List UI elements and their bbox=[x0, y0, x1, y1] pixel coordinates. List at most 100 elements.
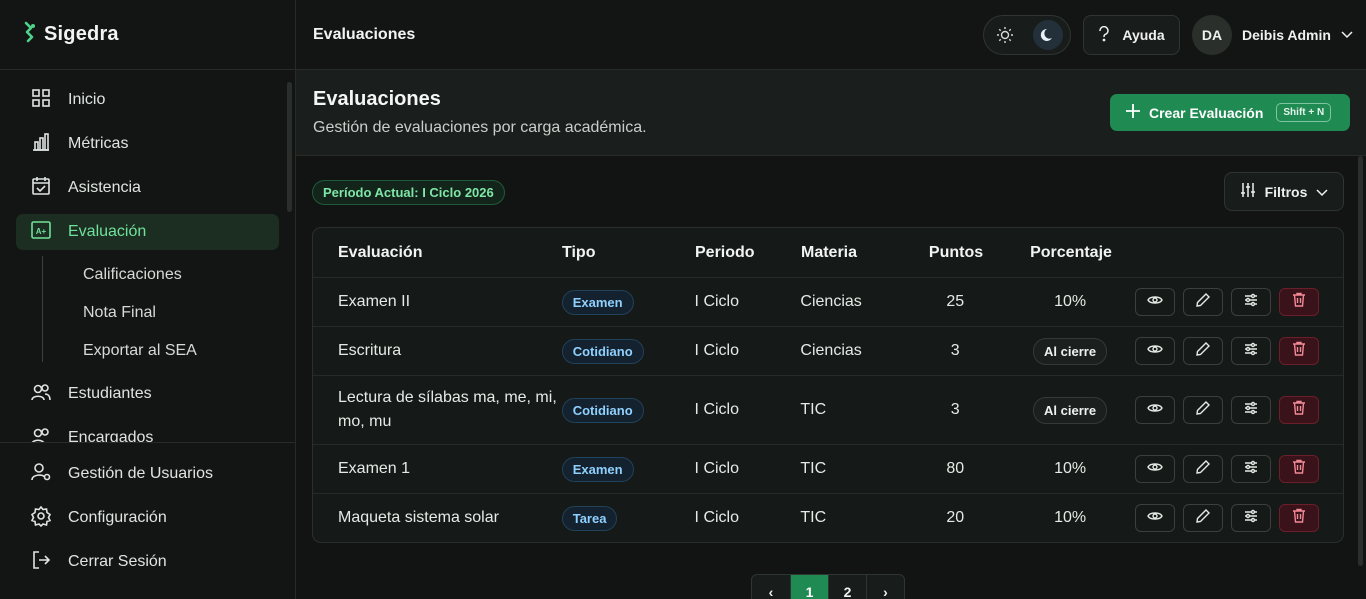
sidebar-bottom: Gestión de Usuarios Configuración Cerrar… bbox=[0, 442, 295, 588]
edit-button[interactable] bbox=[1183, 337, 1223, 365]
table-header-row: Evaluación Tipo Periodo Materia Puntos P… bbox=[313, 228, 1343, 277]
sliders-icon bbox=[1244, 401, 1258, 420]
brand[interactable]: Sigedra bbox=[0, 0, 295, 70]
eye-icon bbox=[1147, 293, 1163, 311]
pagination-page-1[interactable]: 1 bbox=[790, 575, 828, 599]
delete-button[interactable] bbox=[1279, 504, 1319, 532]
sidebar-subitem-exportar-sea[interactable]: Exportar al SEA bbox=[83, 332, 279, 370]
user-menu[interactable]: DA Deibis Admin bbox=[1192, 14, 1353, 56]
configure-button[interactable] bbox=[1231, 455, 1271, 483]
users-icon bbox=[30, 381, 52, 408]
period-cell: I Ciclo bbox=[694, 460, 739, 477]
top-header: Evaluaciones Ayuda DA Deibis Admin bbox=[296, 0, 1366, 70]
sidebar-item-evaluacion[interactable]: A+ Evaluación bbox=[16, 214, 279, 250]
evaluation-name: Examen 1 bbox=[338, 460, 411, 477]
help-button[interactable]: Ayuda bbox=[1083, 15, 1180, 55]
row-actions bbox=[1135, 288, 1343, 316]
configure-button[interactable] bbox=[1231, 337, 1271, 365]
question-icon bbox=[1098, 25, 1110, 45]
column-header[interactable]: Puntos bbox=[906, 244, 1006, 262]
period-cell: I Ciclo bbox=[694, 401, 739, 418]
avatar: DA bbox=[1192, 15, 1232, 55]
view-button[interactable] bbox=[1135, 504, 1175, 532]
points-cell: 3 bbox=[950, 401, 960, 418]
percentage-value: 10% bbox=[1054, 293, 1087, 310]
moon-icon[interactable] bbox=[1033, 20, 1063, 50]
sidebar-item-configuracion[interactable]: Configuración bbox=[16, 500, 279, 536]
view-button[interactable] bbox=[1135, 288, 1175, 316]
sigedra-logo-icon bbox=[22, 21, 38, 48]
row-actions bbox=[1135, 337, 1343, 365]
sun-icon[interactable] bbox=[990, 20, 1020, 50]
period-cell: I Ciclo bbox=[694, 293, 739, 310]
configure-button[interactable] bbox=[1231, 504, 1271, 532]
period-cell: I Ciclo bbox=[694, 509, 739, 526]
page-header: Evaluaciones Gestión de evaluaciones por… bbox=[296, 70, 1366, 156]
evaluation-name: Maqueta sistema solar bbox=[338, 509, 499, 526]
brand-name: Sigedra bbox=[44, 23, 119, 45]
sidebar-item-gestion-usuarios[interactable]: Gestión de Usuarios bbox=[16, 456, 279, 492]
view-button[interactable] bbox=[1135, 337, 1175, 365]
edit-button[interactable] bbox=[1183, 396, 1223, 424]
column-header[interactable]: Materia bbox=[801, 244, 906, 262]
evaluation-name: Escritura bbox=[338, 342, 402, 359]
grade-icon: A+ bbox=[30, 219, 52, 246]
view-button[interactable] bbox=[1135, 396, 1175, 424]
eye-icon bbox=[1147, 460, 1163, 478]
type-cell: Examen bbox=[561, 289, 695, 315]
sidebar-subitem-calificaciones[interactable]: Calificaciones bbox=[83, 256, 279, 294]
main-scrollbar[interactable] bbox=[1358, 156, 1363, 566]
type-cell: Cotidiano bbox=[561, 338, 695, 364]
theme-toggle[interactable] bbox=[983, 15, 1071, 55]
pagination-page-2[interactable]: 2 bbox=[828, 575, 866, 599]
configure-button[interactable] bbox=[1231, 288, 1271, 316]
delete-button[interactable] bbox=[1279, 288, 1319, 316]
sidebar-item-label: Métricas bbox=[68, 135, 129, 152]
sidebar-item-encargados[interactable]: Encargados bbox=[16, 420, 279, 442]
pagination-prev[interactable]: ‹ bbox=[752, 575, 790, 599]
delete-button[interactable] bbox=[1279, 396, 1319, 424]
delete-button[interactable] bbox=[1279, 337, 1319, 365]
sidebar-item-label: Gestión de Usuarios bbox=[68, 465, 213, 482]
table-row: Examen 1 Examen I Ciclo TIC 80 10% bbox=[313, 444, 1343, 493]
delete-button[interactable] bbox=[1279, 455, 1319, 483]
type-badge: Cotidiano bbox=[561, 397, 644, 423]
sidebar-item-label: Cerrar Sesión bbox=[68, 553, 167, 570]
sidebar-scrollbar[interactable] bbox=[287, 82, 292, 212]
type-badge: Examen bbox=[561, 289, 634, 315]
pagination-next[interactable]: › bbox=[866, 575, 904, 599]
points-cell: 25 bbox=[946, 293, 965, 310]
create-evaluation-button[interactable]: Crear Evaluación Shift + N bbox=[1110, 94, 1350, 131]
column-header[interactable]: Tipo bbox=[562, 244, 695, 262]
sidebar-item-asistencia[interactable]: Asistencia bbox=[16, 170, 279, 206]
sidebar-item-estudiantes[interactable]: Estudiantes bbox=[16, 376, 279, 412]
configure-button[interactable] bbox=[1231, 396, 1271, 424]
evaluation-name: Examen II bbox=[338, 293, 411, 310]
edit-button[interactable] bbox=[1183, 288, 1223, 316]
eye-icon bbox=[1147, 342, 1163, 360]
edit-button[interactable] bbox=[1183, 455, 1223, 483]
column-header[interactable]: Evaluación bbox=[313, 241, 562, 265]
filters-button[interactable]: Filtros bbox=[1224, 172, 1344, 211]
view-button[interactable] bbox=[1135, 455, 1175, 483]
sliders-icon bbox=[1244, 293, 1258, 312]
pencil-icon bbox=[1196, 341, 1210, 361]
pencil-icon bbox=[1196, 292, 1210, 312]
row-actions bbox=[1135, 396, 1343, 424]
table-row: Lectura de sílabas ma, me, mi, mo, mu Co… bbox=[313, 375, 1343, 444]
eye-icon bbox=[1147, 509, 1163, 527]
column-header[interactable]: Porcentaje bbox=[1006, 244, 1136, 262]
app-root: Sigedra Inicio Métricas Asistencia A+ Ev… bbox=[0, 0, 1366, 599]
sidebar-item-inicio[interactable]: Inicio bbox=[16, 82, 279, 118]
trash-icon bbox=[1292, 400, 1306, 420]
sidebar-item-cerrar-sesion[interactable]: Cerrar Sesión bbox=[16, 544, 279, 580]
sidebar-item-metricas[interactable]: Métricas bbox=[16, 126, 279, 162]
sidebar-item-label: Estudiantes bbox=[68, 385, 152, 402]
sidebar-subitem-nota-final[interactable]: Nota Final bbox=[83, 294, 279, 332]
sidebar: Sigedra Inicio Métricas Asistencia A+ Ev… bbox=[0, 0, 296, 599]
grid-icon bbox=[30, 87, 52, 114]
edit-button[interactable] bbox=[1183, 504, 1223, 532]
type-badge: Cotidiano bbox=[561, 338, 644, 364]
column-header[interactable]: Periodo bbox=[695, 244, 801, 262]
svg-text:A+: A+ bbox=[36, 227, 47, 236]
